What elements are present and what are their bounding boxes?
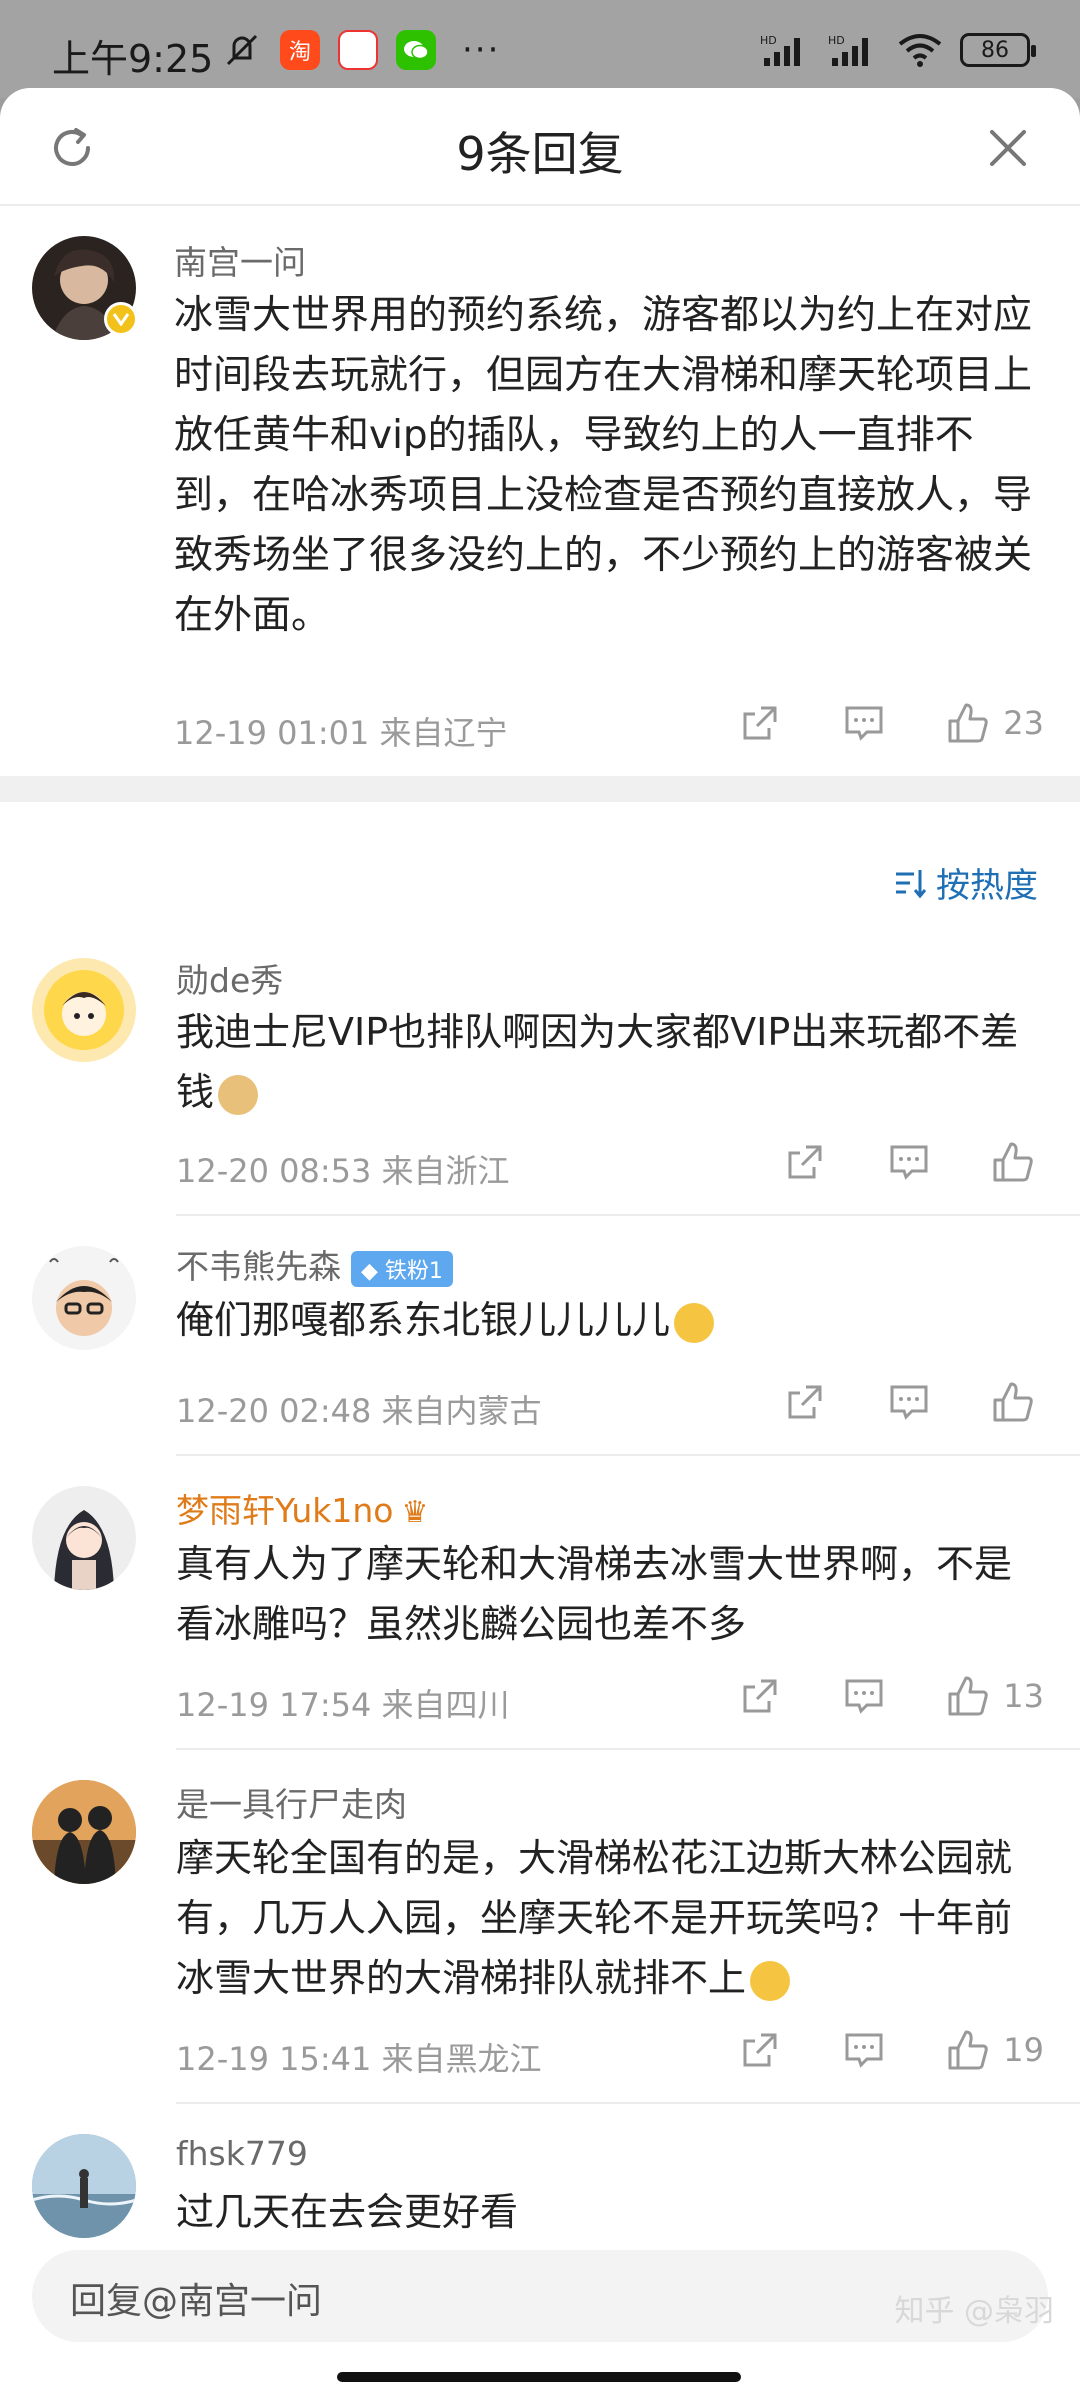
- svg-text:HD: HD: [828, 34, 845, 47]
- avatar[interactable]: [32, 2134, 136, 2238]
- sheet-header: 9条回复: [0, 88, 1080, 206]
- comment-author[interactable]: 南宫一问: [174, 236, 306, 284]
- signal-icon-2: HD: [828, 34, 868, 66]
- like-icon[interactable]: [988, 1137, 1038, 1187]
- reply-icon[interactable]: [884, 1137, 934, 1187]
- reply-text: 我迪士尼VIP也排队啊因为大家都VIP出来玩都不差钱: [176, 1002, 1040, 1122]
- reply-author[interactable]: 不韦熊先森 ◆ 铁粉1: [176, 1240, 453, 1288]
- like-icon[interactable]: [988, 1377, 1038, 1427]
- comment-actions: 23: [735, 698, 1044, 748]
- status-right: HD HD 86: [760, 32, 1036, 68]
- reply-text: 过几天在去会更好看: [176, 2190, 519, 2234]
- row-divider: [176, 2102, 1080, 2104]
- mute-icon: [226, 34, 258, 66]
- reply-author[interactable]: fhsk779: [176, 2134, 308, 2173]
- share-icon[interactable]: [780, 1137, 830, 1187]
- reply-actions: 19: [735, 2025, 1044, 2075]
- crown-badge-icon: ♛: [401, 1495, 429, 1530]
- share-icon[interactable]: [735, 698, 785, 748]
- reply-author[interactable]: 勋de秀: [176, 954, 283, 1002]
- reply-meta: 12-20 08:53 来自浙江: [176, 1152, 510, 1190]
- share-icon[interactable]: [735, 1671, 785, 1721]
- battery-level: 86: [981, 37, 1009, 63]
- reply-meta: 12-19 17:54 来自四川: [176, 1686, 510, 1724]
- reply-text: 俺们那嘎都系东北银儿儿儿儿: [176, 1290, 1040, 1350]
- like-count: 23: [1003, 704, 1044, 742]
- fan-badge-label: 铁粉1: [384, 1258, 443, 1284]
- sort-toggle[interactable]: 按热度: [894, 858, 1038, 907]
- comment-sheet: 9条回复 南宫一问 冰雪大世界用的预约系统，游客都以为约上在对应时间段去玩就行，…: [0, 88, 1080, 2400]
- page-title: 9条回复: [456, 127, 624, 181]
- doge-emoji-icon: [218, 1074, 259, 1115]
- like-icon[interactable]: [943, 698, 993, 748]
- wifi-icon: [898, 34, 942, 67]
- close-icon[interactable]: [978, 118, 1038, 178]
- app-icon-2: [338, 30, 378, 70]
- like-count: 13: [1003, 1677, 1044, 1715]
- reply-text-body: 俺们那嘎都系东北银儿儿儿儿: [176, 1298, 671, 1342]
- reply-author[interactable]: 是一具行尸走肉: [176, 1778, 407, 1826]
- reply-text-body: 摩天轮全国有的是，大滑梯松花江边斯大林公园就有，几万人入园，坐摩天轮不是开玩笑吗…: [176, 1836, 1013, 2000]
- reply-text-body: 我迪士尼VIP也排队啊因为大家都VIP出来玩都不差钱: [176, 1010, 1019, 1114]
- avatar[interactable]: [32, 1780, 136, 1884]
- watermark: 知乎 @枭羽: [894, 2294, 1054, 2329]
- reply-text: 真有人为了摩天轮和大滑梯去冰雪大世界啊，不是看冰雕吗？虽然兆麟公园也差不多: [176, 1542, 1013, 1646]
- status-bar: 上午9:25 淘 ··· HD HD 86: [0, 0, 1080, 98]
- avatar[interactable]: [32, 958, 136, 1062]
- comment-text: 冰雪大世界用的预约系统，游客都以为约上在对应时间段去玩就行，但园方在大滑梯和摩天…: [174, 293, 1033, 638]
- sort-label: 按热度: [936, 866, 1038, 906]
- reply-meta: 12-19 15:41 来自黑龙江: [176, 2040, 542, 2078]
- avatar[interactable]: [32, 1246, 136, 1350]
- avatar[interactable]: [32, 1486, 136, 1590]
- reply-actions: 13: [735, 1671, 1044, 1721]
- reply-text: 摩天轮全国有的是，大滑梯松花江边斯大林公园就有，几万人入园，坐摩天轮不是开玩笑吗…: [176, 1828, 1040, 2008]
- share-icon[interactable]: [780, 1377, 830, 1427]
- svg-text:HD: HD: [760, 34, 777, 47]
- taobao-app-icon: 淘: [280, 30, 320, 70]
- reply-icon[interactable]: [839, 698, 889, 748]
- reply-author-name: 梦雨轩Yuk1no: [176, 1491, 394, 1530]
- reply-author-name: 不韦熊先森: [176, 1247, 341, 1286]
- like-icon[interactable]: [943, 2025, 993, 2075]
- reply-actions: [780, 1377, 1038, 1427]
- reply-meta: 12-20 02:48 来自内蒙古: [176, 1392, 542, 1430]
- reply-actions: [780, 1137, 1038, 1187]
- like-count: 19: [1003, 2031, 1044, 2069]
- like-icon[interactable]: [943, 1671, 993, 1721]
- row-divider: [176, 1748, 1080, 1750]
- status-time: 上午9:25: [52, 37, 214, 81]
- more-notifications-icon: ···: [462, 30, 501, 70]
- home-indicator[interactable]: [337, 2372, 741, 2382]
- reply-icon[interactable]: [839, 2025, 889, 2075]
- reply-icon[interactable]: [884, 1377, 934, 1427]
- reply-icon[interactable]: [839, 1671, 889, 1721]
- laugh-cry-emoji-icon: [750, 1960, 791, 2001]
- wechat-icon: [396, 30, 436, 70]
- laugh-cry-emoji-icon: [674, 1302, 715, 1343]
- signal-icon: HD: [760, 34, 800, 66]
- comment-meta: 12-19 01:01 来自辽宁: [174, 714, 508, 752]
- sort-icon: [896, 869, 927, 898]
- battery-indicator: 86: [960, 33, 1036, 67]
- share-icon[interactable]: [735, 2025, 785, 2075]
- reply-author[interactable]: 梦雨轩Yuk1no ♛: [176, 1484, 428, 1532]
- section-divider: [0, 776, 1080, 802]
- row-divider: [176, 1454, 1080, 1456]
- row-divider: [176, 1214, 1080, 1216]
- fan-badge: ◆ 铁粉1: [351, 1250, 453, 1287]
- status-notification-icons: 淘 ···: [222, 30, 500, 70]
- verified-badge-icon: [104, 302, 138, 336]
